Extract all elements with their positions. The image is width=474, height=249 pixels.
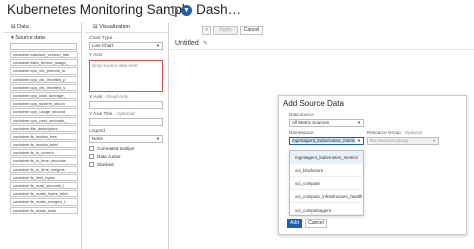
y-axis-title-input[interactable]: [89, 118, 163, 126]
visualization-panel-header: ⊟ Visualization: [85, 22, 168, 33]
source-item[interactable]: container:fs_io_current: [10, 149, 78, 157]
source-item[interactable]: container:fs_inodes_total: [10, 141, 78, 149]
source-item[interactable]: container:fs_inodes_free: [10, 132, 78, 141]
source-item[interactable]: container:file_descriptors: [10, 124, 78, 132]
checkbox-box[interactable]: [89, 154, 94, 159]
source-data-list: container:cadvisor_version_info containe…: [3, 51, 81, 214]
source-item[interactable]: container:cpu_usage_second: [10, 108, 78, 116]
namespace-dropdown-list: mgmtagent_kubernetes_metrics oci_blockst…: [289, 150, 364, 216]
namespace-option[interactable]: oci_blockstore: [290, 164, 363, 177]
namespace-select[interactable]: mgmtagent_kubernetes_metric ▼: [289, 137, 364, 145]
chevron-down-icon: ▼: [156, 136, 160, 141]
y-axis-drop-zone[interactable]: Drop source data here: [89, 60, 163, 92]
source-item[interactable]: container:cpu_system_secon: [10, 100, 78, 108]
chevron-down-icon: ▼: [156, 43, 160, 48]
close-button[interactable]: ×: [202, 26, 211, 35]
apply-button[interactable]: Apply: [213, 26, 238, 35]
source-item[interactable]: container:fs_limit_bytes: [10, 173, 78, 181]
data-panel-header: ⊟ Data: [3, 22, 81, 33]
stacked-checkbox[interactable]: Stacked: [85, 162, 168, 167]
resource-group-label: Resource Group Optional: [367, 130, 422, 135]
source-item[interactable]: container:cadvisor_version_info: [10, 51, 78, 59]
data-cursor-checkbox[interactable]: Data cursor: [85, 154, 168, 159]
source-item[interactable]: container:cpu_load_average_: [10, 91, 78, 100]
legend-select[interactable]: None ▼: [89, 135, 163, 143]
dialog-title: Add Source Data: [283, 99, 344, 108]
filter-icon[interactable]: ▼: [181, 5, 192, 16]
title-bar: Kubernetes Monitoring Sample Dash… i ▼: [0, 0, 474, 22]
dashboard-title: Kubernetes Monitoring Sample Dash…: [7, 2, 242, 17]
chevron-down-icon: ▼: [432, 138, 436, 143]
data-panel: ⊟ Data ▾ Source data container:cadvisor_…: [3, 22, 82, 249]
y-axis-title-label: Y Axis Title · Optional: [89, 112, 135, 117]
resource-group-select[interactable]: No resource group ▼: [367, 137, 439, 145]
add-button[interactable]: Add: [287, 219, 302, 228]
cancel-button[interactable]: Cancel: [305, 219, 327, 228]
source-item[interactable]: container:fs_reads_merged_t: [10, 198, 78, 206]
namespace-option[interactable]: oci_computeagent: [290, 203, 363, 215]
checkbox-box[interactable]: [89, 162, 94, 167]
namespace-option[interactable]: mgmtagent_kubernetes_metrics: [290, 151, 363, 164]
source-item[interactable]: container:fs_io_time_weighte: [10, 165, 78, 173]
source-item[interactable]: container:cpu_user_seconds_: [10, 116, 78, 124]
namespace-label: Namespace: [289, 130, 314, 135]
source-item[interactable]: container:cpu_cfs_throttled_p: [10, 75, 78, 83]
source-search-input[interactable]: [10, 43, 77, 50]
source-data-header[interactable]: ▾ Source data: [3, 33, 81, 43]
data-source-select[interactable]: All Metric Sources ▼: [289, 119, 364, 127]
data-source-label: Data source: [289, 112, 314, 117]
source-item[interactable]: container:cpu_cfs_throttled_s: [10, 83, 78, 91]
legend-label: Legend: [89, 129, 106, 134]
widget-title: Untitled: [175, 40, 199, 47]
namespace-option[interactable]: oci_compute: [290, 177, 363, 190]
chevron-down-icon: ▼: [357, 120, 361, 125]
chart-type-label: Chart Type: [89, 36, 113, 41]
divider: [170, 49, 474, 50]
source-item[interactable]: container:fs_io_time_seconds: [10, 157, 78, 165]
edit-title-icon[interactable]: ✎: [203, 40, 208, 47]
source-item[interactable]: container:fs_reads_bytes_total: [10, 190, 78, 198]
info-icon[interactable]: i: [168, 6, 178, 16]
x-axis-field: [89, 101, 163, 109]
checkbox-box[interactable]: [89, 146, 94, 151]
cancel-edit-button[interactable]: Cancel: [240, 26, 263, 35]
chevron-down-icon: ▼: [357, 138, 361, 143]
y-axis-label: Y Axis: [89, 53, 103, 58]
source-item[interactable]: container:blkio_device_usage_: [10, 59, 78, 67]
correlated-tooltips-checkbox[interactable]: Correlated tooltips: [85, 146, 168, 151]
add-source-data-dialog: Add Source Data Data source All Metric S…: [278, 95, 467, 235]
x-axis-label: X Axis · Read only: [89, 95, 129, 100]
source-item[interactable]: container:fs_read_seconds_t: [10, 182, 78, 190]
source-item[interactable]: container:fs_reads_total: [10, 206, 78, 214]
visualization-panel: ⊟ Visualization Chart Type Line Chart ▼ …: [85, 22, 169, 249]
namespace-option[interactable]: oci_compute_infrastructure_health: [290, 190, 363, 203]
source-item[interactable]: container:cpu_cfs_periods_to: [10, 67, 78, 75]
chart-type-select[interactable]: Line Chart ▼: [89, 42, 163, 50]
